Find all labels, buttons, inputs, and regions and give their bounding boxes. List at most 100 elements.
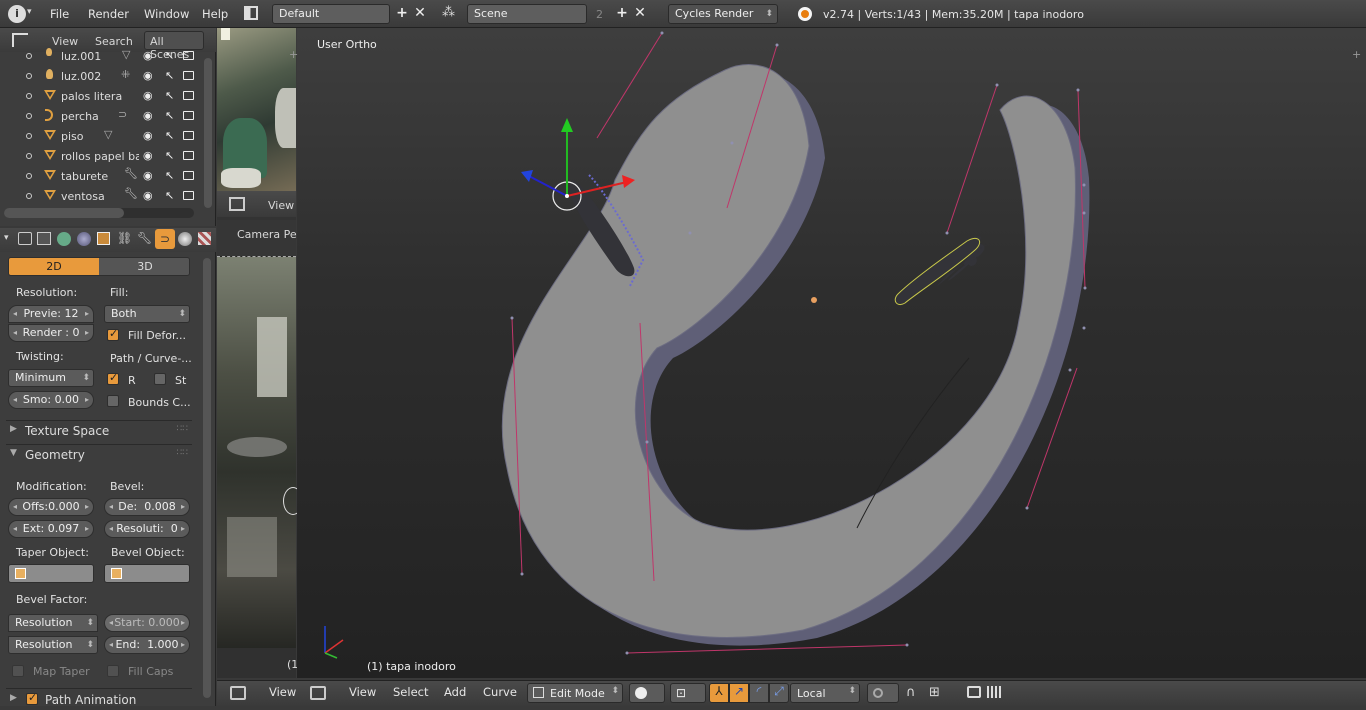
shading-select[interactable] <box>629 683 665 703</box>
cursor-icon[interactable]: ↖ <box>165 169 174 182</box>
taper-object-field[interactable] <box>8 564 94 583</box>
opengl-render-animation-icon[interactable] <box>987 686 1001 698</box>
pivot-select[interactable]: ⊡ <box>670 683 706 703</box>
add-scene-icon[interactable]: + <box>613 5 631 23</box>
add-screen-icon[interactable]: + <box>393 5 411 23</box>
list-item[interactable]: taburete 🔧︎ ◉ ↖ <box>0 166 200 186</box>
transform-orientation-select[interactable]: Local ⬍ <box>790 683 860 703</box>
outliner-h-scrollbar[interactable] <box>4 208 194 218</box>
map-taper-checkbox[interactable] <box>12 665 24 677</box>
list-item[interactable]: rollos papel bath ◉ ↖ <box>0 146 200 166</box>
cursor-icon[interactable]: ↖ <box>165 129 174 142</box>
extrude-field[interactable]: Ext: 0.097 <box>8 520 94 538</box>
expand-dot-icon[interactable] <box>26 153 32 159</box>
menu-window[interactable]: Window <box>144 7 189 21</box>
list-item[interactable]: luz.002 ⁜ ◉ ↖ <box>0 66 200 86</box>
info-editor-icon[interactable]: i <box>8 5 26 23</box>
bevel-object-field[interactable] <box>104 564 190 583</box>
radius-checkbox[interactable] <box>107 371 119 385</box>
list-item[interactable]: palos litera ◉ ↖ <box>0 86 200 106</box>
image-view-menu[interactable]: View <box>269 685 296 699</box>
menu-view[interactable]: View <box>349 685 376 699</box>
opengl-render-image-icon[interactable] <box>967 686 981 698</box>
smooth-field[interactable]: Smo: 0.00 <box>8 391 94 409</box>
outliner-scrollbar[interactable] <box>204 58 212 208</box>
chevron-down-icon[interactable]: ▾ <box>4 233 9 243</box>
image-editor-view-menu[interactable]: View <box>268 199 294 212</box>
scene-icon[interactable]: ⁂ <box>442 5 458 21</box>
close-screen-icon[interactable]: ✕ <box>411 5 429 23</box>
eye-icon[interactable]: ◉ <box>143 69 153 82</box>
expand-dot-icon[interactable] <box>26 113 32 119</box>
proportional-edit-select[interactable] <box>867 683 899 703</box>
screen-layout-icon[interactable] <box>244 6 258 20</box>
render-camera-icon[interactable] <box>183 71 194 80</box>
world-tab-icon[interactable] <box>77 232 91 246</box>
twist-method-select[interactable]: Minimum <box>8 369 94 387</box>
fill-caps-checkbox[interactable] <box>107 665 119 677</box>
3d-view-editor-icon[interactable] <box>310 686 326 700</box>
cursor-icon[interactable]: ↖ <box>165 109 174 122</box>
properties-scrollbar[interactable] <box>203 258 211 698</box>
bevel-depth-field[interactable]: De: 0.008 <box>104 498 190 516</box>
list-item[interactable]: ventosa 🔧︎ ◉ ↖ <box>0 186 200 206</box>
expand-dot-icon[interactable] <box>26 73 32 79</box>
menu-file[interactable]: File <box>50 7 69 21</box>
mode-select[interactable]: Edit Mode ⬍ <box>527 683 623 703</box>
eye-icon[interactable]: ◉ <box>143 189 153 202</box>
3d-viewport[interactable]: User Ortho (1) tapa inodoro + + <box>289 28 1366 678</box>
cursor-icon[interactable]: ↖ <box>165 149 174 162</box>
expand-dot-icon[interactable] <box>26 173 32 179</box>
offset-field[interactable]: Offs:0.000 <box>8 498 94 516</box>
panel-geometry[interactable]: ▼ Geometry ∷∷ <box>6 444 192 466</box>
magnet-icon[interactable]: ∩ <box>906 685 916 700</box>
bevel-start-field[interactable]: Start: 0.000 <box>104 614 190 632</box>
bevel-resolution-field[interactable]: Resoluti: 0 <box>104 520 190 538</box>
scene-field[interactable]: Scene <box>467 4 587 24</box>
image-editor-icon[interactable] <box>229 197 245 211</box>
fill-mode-select[interactable]: Both <box>104 305 190 323</box>
manipulator-toggle-icon[interactable]: ⅄ <box>709 683 729 703</box>
fill-deform-checkbox[interactable] <box>107 327 119 341</box>
render-camera-icon[interactable] <box>183 131 194 140</box>
panel-path-animation[interactable]: ▶Path Animation <box>6 688 192 710</box>
render-engine-select[interactable]: Cycles Render ⬍ <box>668 4 778 24</box>
bounds-clamp-checkbox[interactable] <box>107 395 119 407</box>
material-tab-icon[interactable] <box>178 232 192 246</box>
scale-manipulator-icon[interactable]: ⤢ <box>769 683 789 703</box>
modifiers-tab-icon[interactable]: 🔧︎ <box>137 231 152 245</box>
menu-render[interactable]: Render <box>88 7 129 21</box>
eye-icon[interactable]: ◉ <box>143 169 153 182</box>
cursor-icon[interactable]: ↖ <box>165 89 174 102</box>
render-tab-icon[interactable] <box>18 232 32 245</box>
cursor-icon[interactable]: ↖ <box>165 49 174 62</box>
render-camera-icon[interactable] <box>183 171 194 180</box>
constraints-tab-icon[interactable]: ⛓︎ <box>117 231 132 245</box>
render-resolution-field[interactable]: Render : 0 <box>8 324 94 342</box>
cursor-icon[interactable]: ↖ <box>165 189 174 202</box>
bevel-end-field[interactable]: End: 1.000 <box>104 636 190 654</box>
render-camera-icon[interactable] <box>183 111 194 120</box>
eye-icon[interactable]: ◉ <box>143 129 153 142</box>
scene-tab-icon[interactable] <box>57 232 71 246</box>
menu-add[interactable]: Add <box>444 685 466 699</box>
texture-tab-icon[interactable] <box>198 232 211 245</box>
bevel-factor-mode-end[interactable]: Resolution <box>8 636 98 654</box>
eye-icon[interactable]: ◉ <box>143 109 153 122</box>
snap-grid-icon[interactable]: ⊞ <box>929 685 940 700</box>
render-camera-icon[interactable] <box>183 51 194 60</box>
wrench-icon[interactable]: 🔧︎ <box>124 187 138 200</box>
tab-3d[interactable]: 3D <box>99 258 189 275</box>
cursor-icon[interactable]: ↖ <box>165 69 174 82</box>
expand-dot-icon[interactable] <box>26 93 32 99</box>
curve-data-tab-icon[interactable]: ⊃ <box>155 229 175 249</box>
chevron-down-icon[interactable]: ▾ <box>27 7 32 17</box>
stretch-checkbox[interactable] <box>154 373 166 385</box>
list-item[interactable]: percha ⊃ ◉ ↖ <box>0 106 200 126</box>
render-camera-icon[interactable] <box>183 191 194 200</box>
panel-texture-space[interactable]: ▶ Texture Space ∷∷ <box>6 420 192 442</box>
preview-resolution-field[interactable]: Previe: 12 <box>8 305 94 323</box>
rotate-manipulator-icon[interactable]: ◜ <box>749 683 769 703</box>
menu-select[interactable]: Select <box>393 685 428 699</box>
eye-icon[interactable]: ◉ <box>143 89 153 102</box>
